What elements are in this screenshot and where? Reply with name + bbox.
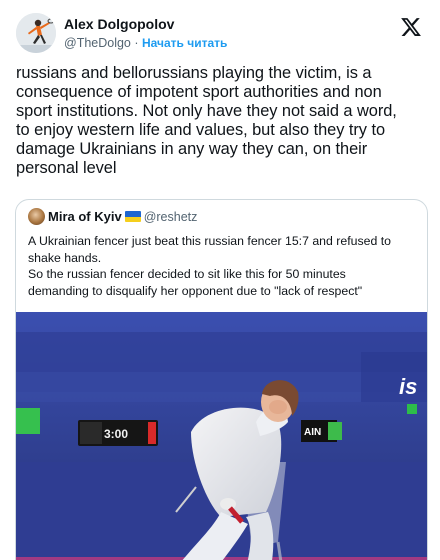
video-frame: 3:00 AIN is [16, 312, 427, 560]
quoted-display-name[interactable]: Mira of Kyiv [48, 209, 122, 224]
quoted-text: A Ukrainian fencer just beat this russia… [28, 233, 420, 299]
quoted-tweet[interactable]: Mira of Kyiv @reshetz A Ukrainian fencer … [15, 199, 428, 560]
author-avatar[interactable] [16, 13, 56, 53]
tweet-header: Alex Dolgopolov @TheDolgo · Начать читат… [16, 10, 426, 54]
quoted-text-line: A Ukrainian fencer just beat this russia… [28, 234, 391, 248]
brand-text: is [399, 374, 417, 399]
quoted-text-line: demanding to disqualify her opponent due… [28, 283, 363, 298]
quoted-text-line: shake hands. [28, 250, 102, 265]
avatar-image [16, 13, 56, 53]
sign-text: AIN [304, 427, 321, 438]
tweet-text-line: damage Ukrainians in any way they can, o… [16, 140, 368, 158]
x-logo-glyph [401, 18, 421, 36]
quoted-text-line: So the russian fencer decided to sit lik… [28, 267, 346, 281]
tweet-text-line: russians and bellorussians playing the v… [16, 64, 372, 82]
author-handle[interactable]: @TheDolgo [64, 36, 131, 50]
tweet-card: Alex Dolgopolov @TheDolgo · Начать читат… [0, 0, 440, 560]
tweet-text-line: consequence of impotent sport authoritie… [16, 83, 382, 101]
tweet-text: russians and bellorussians playing the v… [16, 64, 428, 178]
quoted-handle[interactable]: @reshetz [144, 210, 198, 224]
scoreboard-time: 3:00 [104, 427, 128, 441]
quoted-header: Mira of Kyiv @reshetz [28, 208, 197, 226]
tweet-text-line: personal level [16, 159, 117, 177]
tweet-text-line: to enjoy western life and values, but al… [16, 121, 386, 139]
ukraine-flag-icon [124, 211, 141, 223]
author-display-name[interactable]: Alex Dolgopolov [64, 16, 227, 33]
author-subline: @TheDolgo · Начать читать [64, 35, 227, 52]
separator-dot: · [130, 36, 142, 50]
author-names: Alex Dolgopolov @TheDolgo · Начать читат… [64, 16, 227, 52]
quoted-video[interactable]: 3:00 AIN is [16, 312, 427, 560]
tweet-text-line: sport institutions. Not only have they n… [16, 102, 397, 120]
quoted-avatar[interactable] [28, 208, 45, 226]
follow-link[interactable]: Начать читать [142, 36, 227, 50]
x-logo-icon[interactable] [400, 16, 422, 38]
